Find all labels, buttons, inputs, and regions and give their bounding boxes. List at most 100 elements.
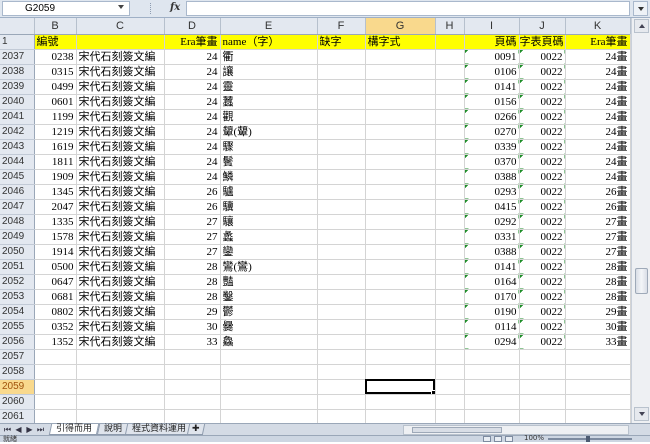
cell[interactable] xyxy=(164,379,221,395)
cell[interactable]: 宋代石刻簽文編 xyxy=(76,334,165,350)
cell[interactable] xyxy=(365,289,436,305)
row-header[interactable]: 2061 xyxy=(0,409,35,423)
cell[interactable] xyxy=(365,409,436,423)
row-header[interactable]: 2060 xyxy=(0,394,35,410)
formula-input[interactable] xyxy=(186,1,630,16)
cell[interactable] xyxy=(435,289,465,305)
cell[interactable] xyxy=(164,394,221,410)
column-header[interactable]: D xyxy=(164,18,221,35)
cell[interactable]: 蠡 xyxy=(220,229,318,245)
cell[interactable]: 驥 xyxy=(220,199,318,215)
cell[interactable] xyxy=(317,349,366,365)
cell[interactable] xyxy=(435,124,465,140)
cell[interactable] xyxy=(435,274,465,290)
cell[interactable]: 0022 xyxy=(519,49,566,65)
cell[interactable]: 宋代石刻簽文編 xyxy=(76,289,165,305)
cell[interactable]: 宋代石刻簽文編 xyxy=(76,304,165,320)
cell[interactable]: 0022 xyxy=(519,304,566,320)
cell[interactable]: 宋代石刻簽文編 xyxy=(76,319,165,335)
cell[interactable]: 27 xyxy=(164,214,221,230)
cell[interactable]: 0022 xyxy=(519,109,566,125)
cell[interactable] xyxy=(435,184,465,200)
row-header[interactable]: 2050 xyxy=(0,244,35,260)
cell[interactable] xyxy=(435,409,465,423)
cell[interactable] xyxy=(464,364,520,380)
cell[interactable]: 28 xyxy=(164,274,221,290)
cell[interactable]: 27 xyxy=(164,229,221,245)
cell[interactable]: 驢 xyxy=(220,184,318,200)
cell[interactable]: 24畫 xyxy=(565,139,631,155)
cell[interactable] xyxy=(365,349,436,365)
cell[interactable] xyxy=(34,364,77,380)
cell[interactable]: 0164 xyxy=(464,274,520,290)
cell[interactable] xyxy=(317,64,366,80)
row-header[interactable]: 2045 xyxy=(0,169,35,185)
cell[interactable]: 0415 xyxy=(464,199,520,215)
cell[interactable]: 宋代石刻簽文編 xyxy=(76,184,165,200)
row-header[interactable]: 1 xyxy=(0,34,35,50)
cell[interactable]: 0022 xyxy=(519,79,566,95)
cell[interactable] xyxy=(317,274,366,290)
cell[interactable]: 24畫 xyxy=(565,154,631,170)
cell[interactable]: 0500 xyxy=(34,259,77,275)
insert-sheet-icon[interactable]: ✚ xyxy=(186,424,205,435)
cell[interactable]: 24 xyxy=(164,64,221,80)
row-header[interactable]: 2053 xyxy=(0,289,35,305)
cell[interactable]: 觀 xyxy=(220,109,318,125)
cell[interactable]: 鬢 xyxy=(220,154,318,170)
column-header[interactable]: H xyxy=(435,18,465,35)
header-cell[interactable]: name（字） xyxy=(220,34,318,50)
header-cell[interactable] xyxy=(76,34,165,50)
header-cell[interactable]: 編號 xyxy=(34,34,77,50)
cell[interactable] xyxy=(317,139,366,155)
cell[interactable]: 宋代石刻簽文編 xyxy=(76,139,165,155)
cell[interactable]: 0022 xyxy=(519,334,566,350)
cell[interactable]: 0601 xyxy=(34,94,77,110)
cell[interactable]: 24 xyxy=(164,139,221,155)
cell[interactable]: 0331 xyxy=(464,229,520,245)
cell[interactable]: 24畫 xyxy=(565,124,631,140)
cell[interactable]: 宋代石刻簽文編 xyxy=(76,154,165,170)
cell[interactable]: 29畫 xyxy=(565,304,631,320)
cell[interactable] xyxy=(164,409,221,423)
cell[interactable]: 驟 xyxy=(220,139,318,155)
cell[interactable] xyxy=(365,364,436,380)
cell[interactable]: 0091 xyxy=(464,49,520,65)
cell[interactable]: 0022 xyxy=(519,124,566,140)
row-header[interactable]: 2054 xyxy=(0,304,35,320)
cell[interactable]: 1578 xyxy=(34,229,77,245)
row-header[interactable]: 2039 xyxy=(0,79,35,95)
cell[interactable]: 0022 xyxy=(519,64,566,80)
cell[interactable]: 顰(顰) xyxy=(220,124,318,140)
cell[interactable] xyxy=(435,49,465,65)
row-header[interactable]: 2048 xyxy=(0,214,35,230)
scroll-down-icon[interactable] xyxy=(634,407,649,421)
sheet-tab-3[interactable]: 程式資料運用 xyxy=(124,424,194,435)
row-header[interactable]: 2044 xyxy=(0,154,35,170)
cell[interactable] xyxy=(519,364,566,380)
header-cell[interactable]: 字表頁碼 xyxy=(519,34,566,50)
vertical-scroll-thumb[interactable] xyxy=(635,268,648,294)
row-header[interactable]: 2052 xyxy=(0,274,35,290)
cell[interactable] xyxy=(435,154,465,170)
row-header[interactable]: 2055 xyxy=(0,319,35,335)
cell[interactable] xyxy=(435,139,465,155)
cell[interactable]: 24畫 xyxy=(565,94,631,110)
cell[interactable]: 1619 xyxy=(34,139,77,155)
worksheet-grid[interactable]: B C D E F G H I J K 1 編號 Era筆畫 name（字） 缺字 構字式 頁碼 字表頁碼 Era筆… xyxy=(0,18,631,423)
cell[interactable]: 24畫 xyxy=(565,169,631,185)
cell[interactable]: 宋代石刻簽文編 xyxy=(76,214,165,230)
header-cell[interactable]: 構字式 xyxy=(365,34,436,50)
last-sheet-icon[interactable]: ⏭ xyxy=(35,425,46,435)
cell[interactable]: 26 xyxy=(164,184,221,200)
row-header[interactable]: 2037 xyxy=(0,49,35,65)
cell[interactable] xyxy=(565,409,631,423)
cell[interactable] xyxy=(317,304,366,320)
cell[interactable] xyxy=(435,319,465,335)
cell[interactable]: 0022 xyxy=(519,184,566,200)
cell[interactable] xyxy=(317,94,366,110)
horizontal-scroll-thumb[interactable] xyxy=(412,427,502,433)
cell[interactable]: 0022 xyxy=(519,94,566,110)
select-all-corner[interactable] xyxy=(0,18,35,35)
cell[interactable]: 24畫 xyxy=(565,109,631,125)
